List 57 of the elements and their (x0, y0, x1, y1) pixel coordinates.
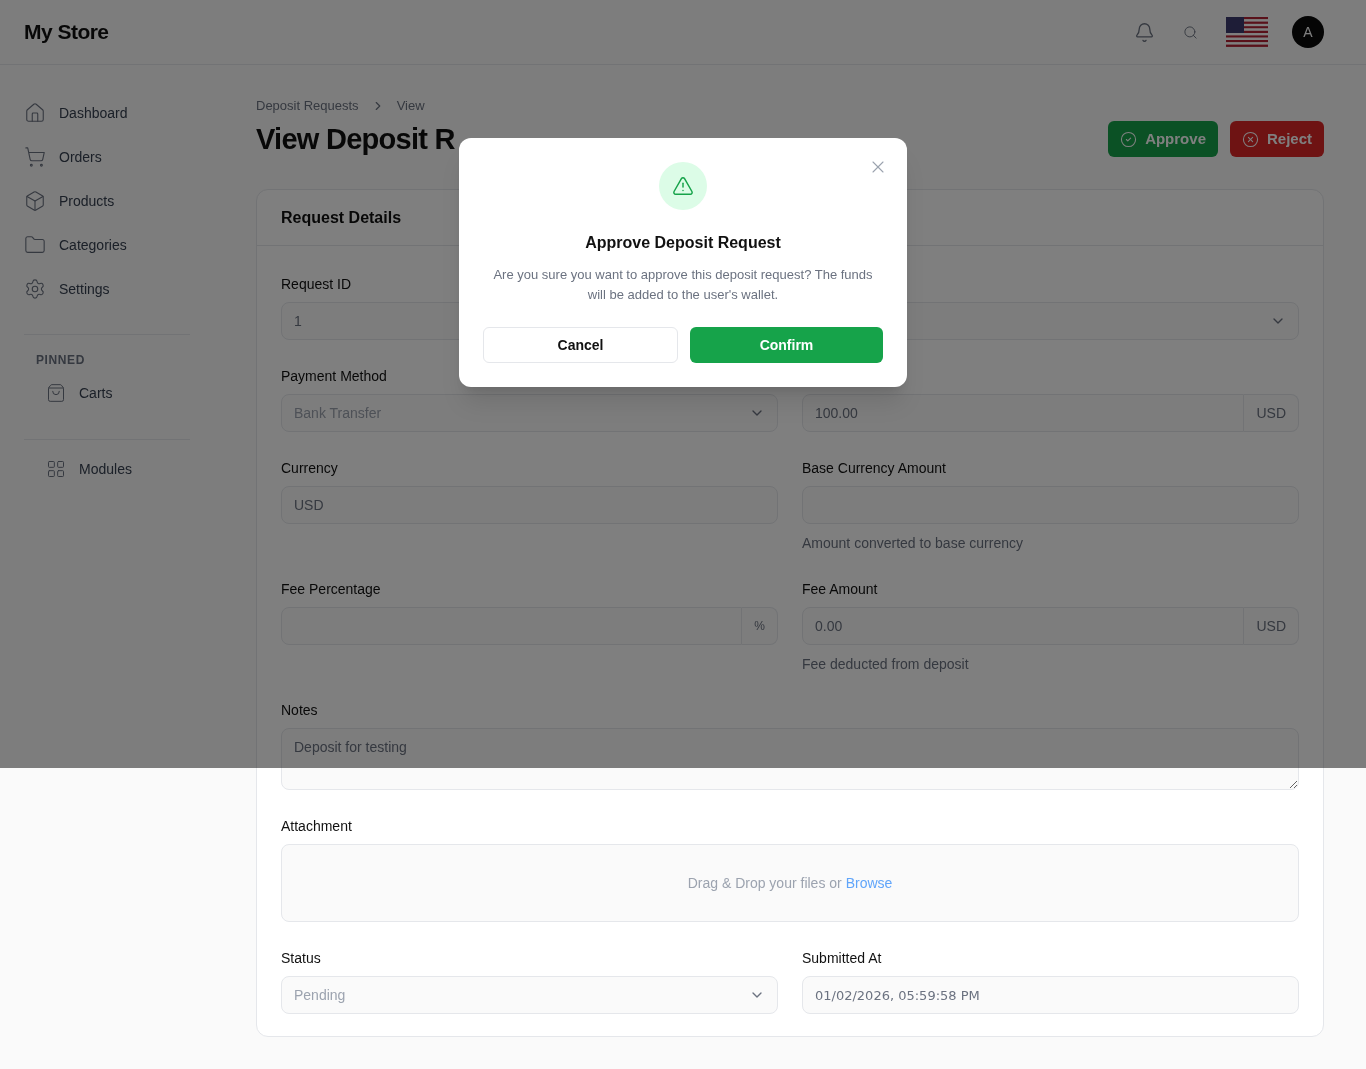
dropzone-text: Drag & Drop your files or Browse (687, 874, 893, 893)
file-dropzone[interactable]: Drag & Drop your files or Browse (281, 844, 1299, 922)
brand-name[interactable]: My Store (24, 16, 109, 48)
cancel-button[interactable]: Cancel (483, 327, 678, 363)
sidebar-item[interactable]: Settings (24, 278, 256, 300)
sidebar-item[interactable]: Dashboard (24, 102, 256, 124)
field-label: Status (281, 950, 321, 966)
unit-addon: % (742, 607, 778, 645)
field-label: Payment Method (281, 368, 387, 384)
breadcrumb-link[interactable]: View (396, 98, 425, 114)
help-text: Fee deducted from deposit (802, 655, 970, 674)
sidebar-item[interactable]: Modules (24, 458, 190, 480)
check-circle-icon (1120, 130, 1138, 148)
cube-icon (24, 190, 46, 212)
dialog-message: Are you sure you want to approve this deposit request? The funds will be added to the user's wallet. (492, 266, 874, 304)
field-label: Fee Amount (802, 581, 878, 597)
sidebar-item[interactable]: Categories (24, 234, 256, 256)
unit-addon: USD (1244, 607, 1299, 645)
card-title: Request Details (281, 207, 402, 228)
reject-button[interactable]: Reject (1229, 121, 1324, 157)
unit-addon: USD (1244, 394, 1299, 432)
confirm-button[interactable]: Confirm (690, 327, 883, 363)
notes-field[interactable]: Deposit for testing (281, 728, 1299, 790)
text-field[interactable]: USD (281, 486, 778, 524)
grid-icon (46, 459, 66, 479)
house-icon (24, 102, 46, 124)
cart-icon (24, 146, 46, 168)
approve-button[interactable]: Approve (1108, 121, 1218, 157)
field-label: Request ID (281, 276, 352, 292)
field-label: Currency (281, 460, 338, 476)
field-label: Fee Percentage (281, 581, 381, 597)
bag-icon (46, 383, 66, 403)
search-icon[interactable] (1183, 24, 1198, 40)
browse-link[interactable]: Browse (845, 875, 893, 891)
warning-icon (672, 175, 694, 197)
field-label: Base Currency Amount (802, 460, 946, 476)
dialog-title: Approve Deposit Request (585, 233, 781, 253)
sidebar-item[interactable]: Orders (24, 146, 256, 168)
sidebar-item[interactable]: Carts (24, 382, 190, 404)
datetime-field[interactable]: 01/02/2026, 05:59:58 PM (802, 976, 1299, 1014)
x-circle-icon (1241, 130, 1259, 148)
page-title: View Deposit R (256, 122, 455, 157)
select-field[interactable]: Pending (281, 976, 778, 1014)
section-heading: PINNED (35, 352, 86, 368)
text-field[interactable]: 0.00 (802, 607, 1245, 645)
text-field[interactable]: 100.00 (802, 394, 1245, 432)
field-label: Notes (281, 702, 318, 718)
sidebar-item[interactable]: Products (24, 190, 256, 212)
help-text: Amount converted to base currency (802, 534, 1024, 553)
us-flag-icon[interactable] (1226, 17, 1268, 47)
user-avatar[interactable]: A (1292, 16, 1324, 48)
breadcrumb-link[interactable]: Deposit Requests (256, 98, 359, 114)
settings-icon (24, 278, 46, 300)
folder-icon (24, 234, 46, 256)
field-label: Attachment (281, 818, 352, 834)
field-label: Submitted At (802, 950, 882, 966)
notification-bell-icon[interactable] (1134, 21, 1155, 43)
